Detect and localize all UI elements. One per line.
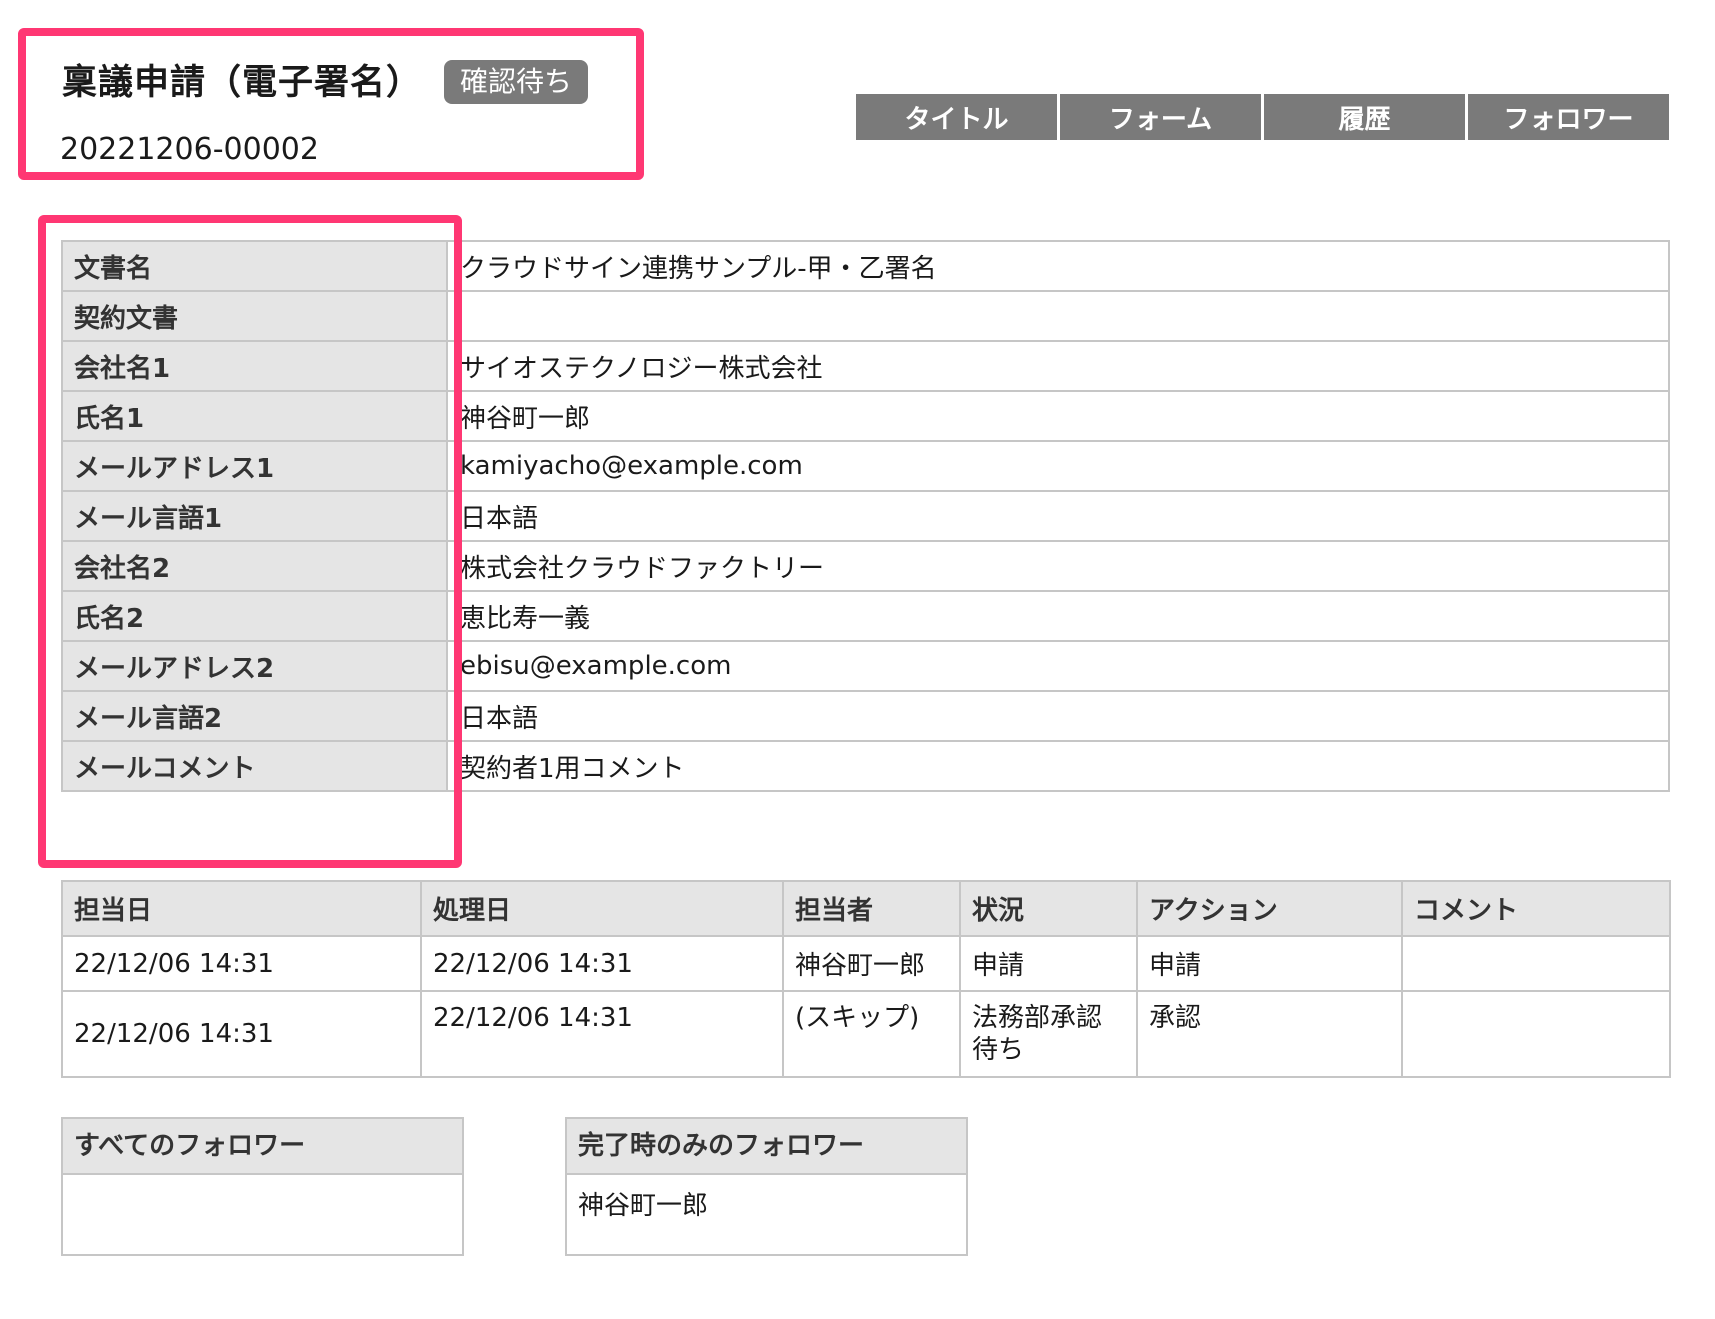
all-followers-header: すべてのフォロワー xyxy=(63,1119,462,1175)
page-title: 稟議申請（電子署名） xyxy=(62,63,423,103)
field-value: 神谷町一郎 xyxy=(446,390,1670,442)
table-cell: 22/12/06 14:31 xyxy=(420,990,784,1078)
field-row-mail-language-1: メール言語1 日本語 xyxy=(61,490,1670,542)
field-value: 株式会社クラウドファクトリー xyxy=(446,540,1670,592)
field-row-contract-document: 契約文書 xyxy=(61,290,1670,342)
tab-history[interactable]: 履歴 xyxy=(1264,94,1468,140)
field-label: 氏名1 xyxy=(61,390,448,442)
field-value: kamiyacho@example.com xyxy=(446,440,1670,492)
field-value: ebisu@example.com xyxy=(446,640,1670,692)
field-value: 恵比寿一義 xyxy=(446,590,1670,642)
field-row-email-1: メールアドレス1 kamiyacho@example.com xyxy=(61,440,1670,492)
field-value: 日本語 xyxy=(446,690,1670,742)
table-row: 22/12/06 14:31 22/12/06 14:31 神谷町一郎 申請 申… xyxy=(61,935,1671,992)
complete-followers-box: 完了時のみのフォロワー 神谷町一郎 xyxy=(565,1117,968,1256)
field-value: サイオステクノロジー株式会社 xyxy=(446,340,1670,392)
field-label: 文書名 xyxy=(61,240,448,292)
field-label: メールコメント xyxy=(61,740,448,792)
field-row-document-name: 文書名 クラウドサイン連携サンプル-甲・乙署名 xyxy=(61,240,1670,292)
field-row-company-2: 会社名2 株式会社クラウドファクトリー xyxy=(61,540,1670,592)
field-label: 氏名2 xyxy=(61,590,448,642)
tab-title[interactable]: タイトル xyxy=(856,94,1060,140)
field-row-email-2: メールアドレス2 ebisu@example.com xyxy=(61,640,1670,692)
table-cell: 法務部承認待ち xyxy=(959,990,1138,1078)
field-label: メールアドレス1 xyxy=(61,440,448,492)
table-row: 22/12/06 14:31 22/12/06 14:31 (スキップ) 法務部… xyxy=(61,990,1671,1078)
column-header: 処理日 xyxy=(420,880,784,937)
column-header: アクション xyxy=(1136,880,1403,937)
field-row-name-2: 氏名2 恵比寿一義 xyxy=(61,590,1670,642)
field-row-mail-language-2: メール言語2 日本語 xyxy=(61,690,1670,742)
column-header: 担当者 xyxy=(782,880,961,937)
field-row-mail-comment: メールコメント 契約者1用コメント xyxy=(61,740,1670,792)
field-label: 契約文書 xyxy=(61,290,448,342)
column-header: 状況 xyxy=(959,880,1138,937)
table-cell: 申請 xyxy=(1136,935,1403,992)
column-header: 担当日 xyxy=(61,880,422,937)
document-number: 20221206-00002 xyxy=(60,132,319,167)
field-row-company-1: 会社名1 サイオステクノロジー株式会社 xyxy=(61,340,1670,392)
table-cell: 22/12/06 14:31 xyxy=(61,990,422,1078)
history-table: 担当日 処理日 担当者 状況 アクション コメント 22/12/06 14:31… xyxy=(61,880,1671,1078)
history-header-row: 担当日 処理日 担当者 状況 アクション コメント xyxy=(61,880,1671,937)
table-cell xyxy=(1401,990,1671,1078)
status-badge: 確認待ち xyxy=(444,60,588,104)
table-cell: 神谷町一郎 xyxy=(782,935,961,992)
table-cell: 申請 xyxy=(959,935,1138,992)
tab-form[interactable]: フォーム xyxy=(1060,94,1264,140)
tab-bar: タイトル フォーム 履歴 フォロワー xyxy=(856,94,1669,140)
field-row-name-1: 氏名1 神谷町一郎 xyxy=(61,390,1670,442)
complete-followers-header: 完了時のみのフォロワー xyxy=(567,1119,966,1175)
field-label: 会社名2 xyxy=(61,540,448,592)
table-cell: 承認 xyxy=(1136,990,1403,1078)
table-cell xyxy=(1401,935,1671,992)
field-value: 日本語 xyxy=(446,490,1670,542)
field-label: メール言語2 xyxy=(61,690,448,742)
table-cell: 22/12/06 14:31 xyxy=(61,935,422,992)
field-value: クラウドサイン連携サンプル-甲・乙署名 xyxy=(446,240,1670,292)
field-value xyxy=(446,290,1670,342)
field-value: 契約者1用コメント xyxy=(446,740,1670,792)
all-followers-box: すべてのフォロワー xyxy=(61,1117,464,1256)
all-followers-list xyxy=(63,1175,462,1195)
field-label: メール言語1 xyxy=(61,490,448,542)
tab-followers[interactable]: フォロワー xyxy=(1468,94,1669,140)
complete-followers-list: 神谷町一郎 xyxy=(578,1191,709,1221)
form-fields-table: 文書名 クラウドサイン連携サンプル-甲・乙署名 契約文書 会社名1 サイオステク… xyxy=(61,240,1670,792)
table-cell: 22/12/06 14:31 xyxy=(420,935,784,992)
table-cell: (スキップ) xyxy=(782,990,961,1078)
column-header: コメント xyxy=(1401,880,1671,937)
field-label: メールアドレス2 xyxy=(61,640,448,692)
field-label: 会社名1 xyxy=(61,340,448,392)
